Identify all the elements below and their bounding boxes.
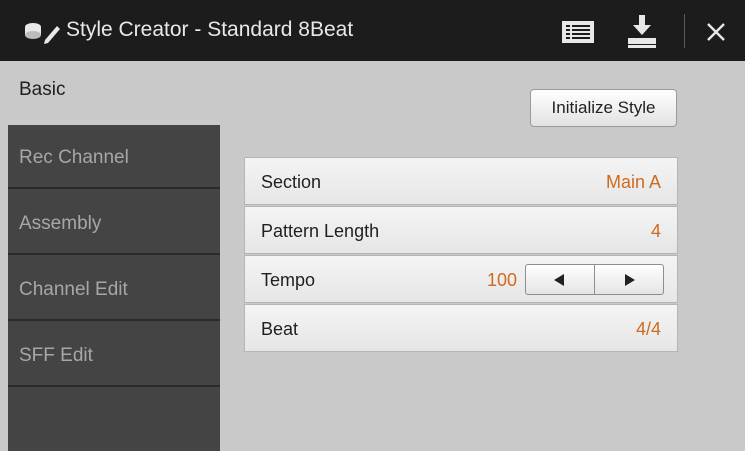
tab-label: SFF Edit [19,345,93,366]
title-bar: Style Creator - Standard 8Beat [0,0,745,61]
tab-rec-channel[interactable]: Rec Channel [8,125,220,189]
tab-label: Basic [19,79,66,100]
style-creator-window: Style Creator - Standard 8Beat Basic Rec… [0,0,745,451]
window-title: Style Creator - Standard 8Beat [66,18,354,41]
pattern-length-value: 4 [650,221,661,241]
basic-panel: Initialize Style Section Main A Pattern … [220,61,737,451]
section-value: Main A [605,172,661,192]
tab-label: Assembly [19,213,102,234]
pattern-length-label: Pattern Length [261,221,380,241]
list-icon[interactable] [560,13,596,49]
section-label: Section [261,172,322,192]
tab-label: Channel Edit [19,279,128,300]
title-bar-divider [684,14,685,48]
tempo-increase-button[interactable] [594,265,663,294]
tab-label: Rec Channel [19,147,129,168]
section-row[interactable]: Section Main A [244,157,678,205]
close-icon[interactable] [700,13,732,49]
arrow-right-icon [625,273,635,286]
tab-assembly[interactable]: Assembly [8,191,220,255]
tempo-label: Tempo [261,270,316,290]
tempo-stepper [525,264,664,295]
sidebar: Basic Rec Channel Assembly Channel Edit … [8,61,220,451]
tempo-value: 100 [486,270,517,290]
tab-channel-edit[interactable]: Channel Edit [8,257,220,321]
settings-table: Section Main A Pattern Length 4 Tempo 10… [244,157,678,353]
tab-basic[interactable]: Basic [8,61,220,125]
tempo-row[interactable]: Tempo 100 [244,255,678,303]
beat-row[interactable]: Beat 4/4 [244,304,678,352]
style-creator-icon [25,23,60,44]
beat-value: 4/4 [635,319,661,339]
save-icon[interactable] [622,13,662,49]
tab-sff-edit[interactable]: SFF Edit [8,323,220,387]
beat-label: Beat [261,319,299,339]
pattern-length-row[interactable]: Pattern Length 4 [244,206,678,254]
tempo-decrease-button[interactable] [526,265,594,294]
arrow-left-icon [554,273,564,286]
initialize-style-button[interactable]: Initialize Style [530,89,677,127]
